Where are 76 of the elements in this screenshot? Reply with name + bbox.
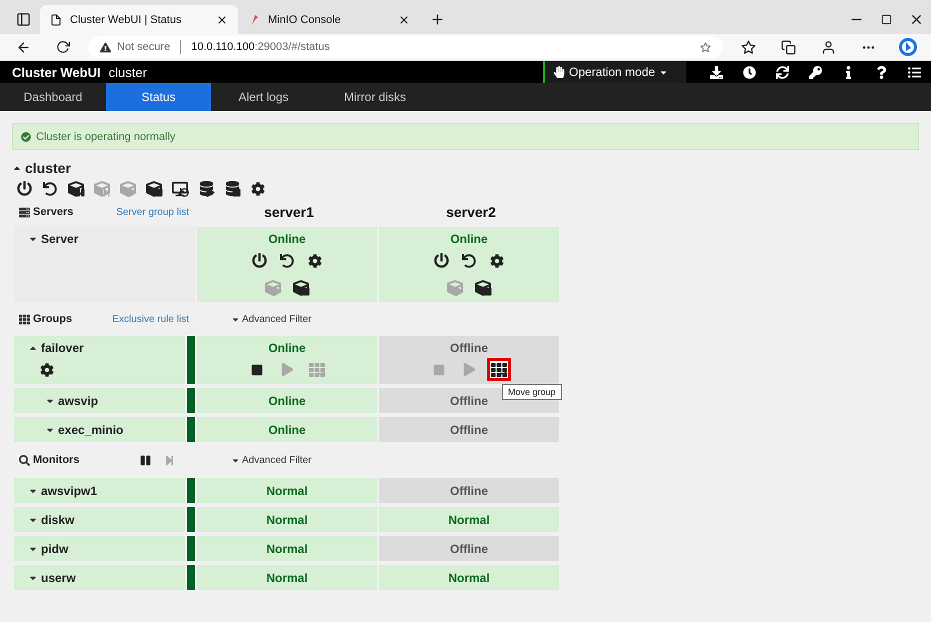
status-text: Online [268, 394, 306, 408]
groups-icon [19, 314, 30, 324]
status-text: Online [268, 232, 306, 246]
close-icon[interactable] [398, 14, 410, 26]
security-label: Not secure [117, 41, 170, 53]
column-header: server1 [263, 204, 315, 220]
db-stop-icon[interactable] [223, 180, 241, 197]
filter-toggle[interactable]: Advanced Filter [199, 314, 379, 324]
warning-icon [100, 42, 111, 52]
status-text: Normal [266, 512, 308, 526]
row-label: Server [41, 232, 78, 246]
status-text: Normal [448, 570, 490, 584]
address-field[interactable]: Not secure 10.0.110.100:29003/#/status [88, 36, 723, 58]
search-icon [19, 454, 30, 466]
status-text: Offline [450, 542, 488, 556]
row-label: pidw [41, 542, 68, 556]
mode-dropdown[interactable]: Operation mode [543, 61, 686, 83]
status-text: Offline [450, 341, 488, 355]
row-label: failover [41, 341, 84, 355]
status-text: Online [268, 422, 306, 436]
row-label: exec_minio [58, 422, 124, 436]
server-icon [19, 206, 30, 218]
cluster-title: cluster [25, 160, 71, 176]
status-text: Online [450, 232, 488, 246]
nav-tab[interactable]: Status [106, 83, 211, 111]
close-icon[interactable] [216, 14, 228, 26]
row-label: awsvip [58, 394, 98, 408]
tooltip: Move group [502, 384, 562, 400]
row-label: diskw [41, 512, 74, 526]
power-icon[interactable] [15, 180, 33, 197]
power-icon[interactable] [250, 252, 268, 269]
section-title: Groups [33, 313, 72, 325]
row-label: awsvipw1 [41, 484, 98, 498]
move-icon[interactable] [490, 361, 508, 378]
restart-icon[interactable] [41, 180, 59, 197]
cube-pause-icon[interactable] [67, 180, 85, 197]
gear-icon[interactable] [38, 361, 56, 378]
gear-icon[interactable] [249, 180, 267, 197]
favorite-icon[interactable] [700, 42, 711, 52]
status-text: Normal [448, 512, 490, 526]
restart-icon[interactable] [278, 252, 296, 269]
cube-stop-icon[interactable] [145, 180, 163, 197]
restart-icon[interactable] [460, 252, 478, 269]
filter-toggle[interactable]: Advanced Filter [199, 454, 379, 466]
nav-tab[interactable]: Mirror disks [316, 83, 434, 111]
section-title: Monitors [33, 454, 80, 466]
gear-icon[interactable] [306, 252, 324, 269]
status-text: Normal [266, 570, 308, 584]
cluster-name: cluster [108, 64, 147, 80]
power-icon[interactable] [432, 252, 450, 269]
exclusive-rule-link[interactable]: Exclusive rule list [112, 314, 189, 324]
browser-tab[interactable]: Cluster WebUI | Status [40, 5, 238, 34]
cube-stop-icon[interactable] [474, 279, 492, 296]
status-text: Offline [450, 422, 488, 436]
server-group-link[interactable]: Server group list [116, 206, 189, 218]
alert-text: Cluster is operating normally [36, 130, 176, 142]
nav-tab[interactable]: Alert logs [211, 83, 316, 111]
page-icon [50, 14, 62, 26]
status-text: Normal [266, 542, 308, 556]
cube-stop-icon[interactable] [292, 279, 310, 296]
screen-restart-icon[interactable] [171, 180, 189, 197]
status-text: Normal [266, 484, 308, 498]
hand-icon [553, 66, 565, 78]
url-text: 10.0.110.100:29003/#/status [191, 41, 330, 53]
check-icon [21, 132, 31, 142]
status-text: Offline [450, 484, 488, 498]
section-title: Servers [33, 206, 74, 218]
status-text: Offline [450, 394, 488, 408]
gear-icon[interactable] [488, 252, 506, 269]
column-header: server2 [445, 204, 497, 220]
db-play-icon[interactable] [197, 180, 215, 197]
app-title: Cluster WebUI [12, 64, 101, 80]
browser-tab[interactable]: MinIO Console [240, 5, 420, 34]
nav-tab[interactable]: Dashboard [0, 83, 106, 111]
status-text: Online [268, 341, 306, 355]
row-label: userw [41, 570, 76, 584]
